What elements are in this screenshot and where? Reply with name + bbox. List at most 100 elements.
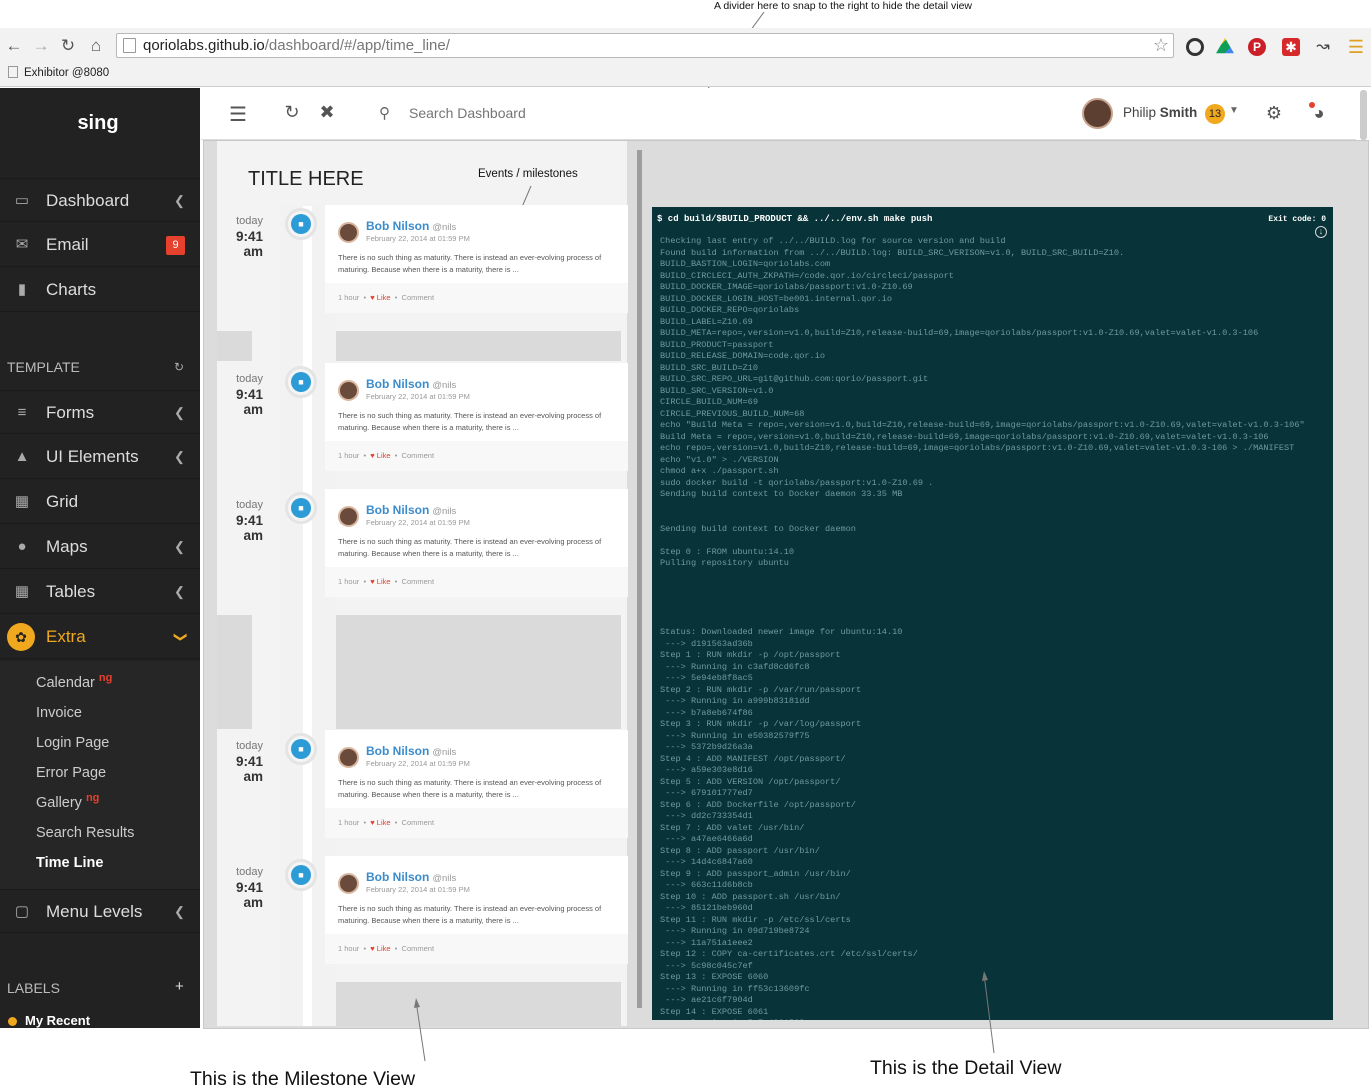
submenu-error-page[interactable]: Error Page [36,765,106,781]
back-icon[interactable]: ← [4,36,24,56]
annotation-milestone-view: This is the Milestone View [190,1068,416,1088]
submenu-calendar[interactable]: Calendar ng [36,672,112,691]
caret-down-icon[interactable]: ▼ [1229,105,1239,116]
gear-icon[interactable]: ⚙ [1263,103,1285,124]
comment-button[interactable]: Comment [402,944,435,953]
monitor-icon: ▭ [14,192,30,209]
extension-g-icon[interactable] [1186,38,1204,56]
refresh-icon[interactable]: ↻ [281,102,303,123]
reload-icon[interactable]: ↻ [58,36,78,56]
event-card[interactable]: Bob Nilson @nils February 22, 2014 at 01:5… [325,856,628,964]
download-icon[interactable]: ↓ [1315,226,1327,238]
url-path: /dashboard/#/app/time_line/ [264,37,450,54]
event-card[interactable]: Bob Nilson @nils February 22, 2014 at 01:5… [325,205,628,313]
menu-icon[interactable]: ☰ [1347,38,1365,56]
sidebar-item-ui-elements[interactable]: ▲ UI Elements ❮ [0,435,200,479]
submenu-invoice[interactable]: Invoice [36,705,82,721]
url-bar[interactable]: qoriolabs.github.io/dashboard/#/app/time… [116,33,1174,58]
sidebar-item-label: Forms [46,403,95,422]
like-button[interactable]: ♥ Like [370,293,390,302]
event-ago: 1 hour [338,577,360,586]
drive-icon[interactable] [1216,38,1234,54]
event-body: There is no such thing as maturity. Ther… [338,537,602,558]
event-footer: 1 hour • ♥ Like • Comment [325,441,628,471]
comment-button[interactable]: Comment [402,577,435,586]
event-author[interactable]: Bob Nilson @nils [366,744,456,758]
author-name: Bob Nilson [366,219,430,233]
scrollbar[interactable] [1360,90,1367,140]
extension-tool-icon[interactable]: ↝ [1314,38,1332,56]
avatar [338,873,359,894]
submenu-login-page[interactable]: Login Page [36,735,109,751]
comment-button[interactable]: Comment [402,451,435,460]
view-divider[interactable] [637,150,642,1008]
detail-view-terminal: $ cd build/$BUILD_PRODUCT && ../../env.s… [652,207,1333,1020]
event-date: February 22, 2014 at 01:59 PM [366,885,470,894]
sidebar-item-dashboard[interactable]: ▭ Dashboard ❮ [0,178,200,222]
event-card[interactable]: Bob Nilson @nils February 22, 2014 at 01:5… [325,489,628,597]
event-footer: 1 hour • ♥ Like • Comment [325,808,628,838]
author-handle: @nils [432,222,457,233]
comment-bubble-icon: ■ [285,859,317,891]
like-label: Like [376,451,391,460]
sidebar-item-tables[interactable]: ▦ Tables ❮ [0,570,200,614]
folder-icon: ▢ [14,903,30,920]
event-author[interactable]: Bob Nilson @nils [366,219,456,233]
sidebar-item-forms[interactable]: ≡ Forms ❮ [0,390,200,434]
avatar [338,222,359,243]
star-icon[interactable]: ☆ [1153,34,1169,57]
forward-icon[interactable]: → [31,36,51,56]
user-first-name: Philip [1123,105,1157,120]
bookmark-page-icon [8,66,18,78]
like-button[interactable]: ♥ Like [370,818,390,827]
chevron-left-icon: ❮ [174,904,185,919]
event-footer: 1 hour • ♥ Like • Comment [325,567,628,597]
timeline-gap [217,615,252,729]
event-author[interactable]: Bob Nilson @nils [366,377,456,391]
submenu-search-results[interactable]: Search Results [36,825,134,841]
pinterest-icon[interactable]: P [1248,38,1266,56]
like-button[interactable]: ♥ Like [370,944,390,953]
sidebar-item-maps[interactable]: ● Maps ❮ [0,525,200,569]
event-day: today [236,373,263,385]
like-button[interactable]: ♥ Like [370,451,390,460]
author-name: Bob Nilson [366,744,430,758]
event-card[interactable]: Bob Nilson @nils February 22, 2014 at 01:5… [325,730,628,838]
sidebar-item-grid[interactable]: ▦ Grid [0,480,200,524]
comment-button[interactable]: Comment [402,818,435,827]
submenu-time-line[interactable]: Time Line [36,855,103,871]
add-label-icon[interactable]: + [175,978,184,995]
section-header-labels: LABELS [7,980,60,996]
event-day: today [236,499,263,511]
hamburger-icon[interactable]: ☰ [227,102,249,127]
bar-chart-icon: ▮ [17,281,27,298]
label-my-recent[interactable]: My Recent [25,1013,90,1028]
like-button[interactable]: ♥ Like [370,577,390,586]
comment-bubble-icon: ■ [285,366,317,398]
close-icon[interactable]: ✖ [316,102,338,123]
sidebar-item-menu-levels[interactable]: ▢ Menu Levels ❮ [0,889,200,933]
submenu-gallery[interactable]: Gallery ng [36,792,99,811]
event-day: today [236,215,263,227]
event-date: February 22, 2014 at 01:59 PM [366,518,470,527]
user-name[interactable]: Philip Smith [1123,105,1197,120]
bookmark-exhibitor[interactable]: Exhibitor @8080 [8,66,109,79]
sidebar-item-extra[interactable]: ✿ Extra ❮ [0,615,200,659]
home-icon[interactable]: ⌂ [86,36,106,56]
event-ago: 1 hour [338,944,360,953]
notification-count-badge[interactable]: 13 [1205,104,1225,124]
event-footer: 1 hour • ♥ Like • Comment [325,283,628,313]
avatar[interactable] [1082,98,1113,129]
event-author[interactable]: Bob Nilson @nils [366,503,456,517]
sidebar-item-email[interactable]: ✉ Email 9 [0,223,200,267]
sidebar-item-charts[interactable]: ▮ Charts [0,268,200,312]
search-input[interactable] [409,100,659,126]
event-author[interactable]: Bob Nilson @nils [366,870,456,884]
page-icon [123,38,136,53]
event-card[interactable]: Bob Nilson @nils February 22, 2014 at 01:5… [325,363,628,471]
refresh-icon[interactable]: ↻ [174,360,184,374]
lastpass-icon[interactable]: ✱ [1282,38,1300,56]
sidebar-item-label: Extra [46,627,86,646]
comment-button[interactable]: Comment [402,293,435,302]
sidebar-item-label: UI Elements [46,447,139,466]
